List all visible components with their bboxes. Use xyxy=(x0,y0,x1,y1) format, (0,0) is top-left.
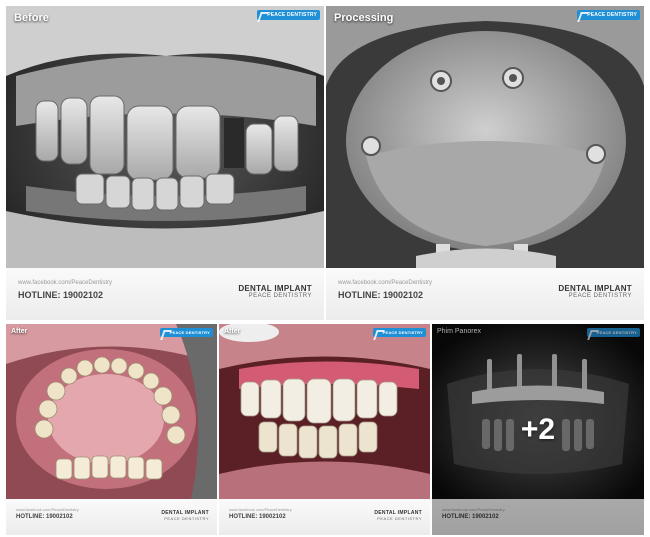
brand-title: DENTAL IMPLANT xyxy=(238,284,312,293)
brand-block: DENTAL IMPLANT PEACE DENTISTRY xyxy=(374,510,422,521)
watermark-footer: www.facebook.com/PeaceDentistry HOTLINE:… xyxy=(219,499,430,535)
after-front-photo: After PEACE DENTISTRY xyxy=(219,324,430,499)
facebook-url: www.facebook.com/PeaceDentistry xyxy=(18,280,113,286)
watermark-footer: www.facebook.com/PeaceDentistry HOTLINE:… xyxy=(6,268,324,320)
clinic-logo-badge: PEACE DENTISTRY xyxy=(372,328,426,337)
facebook-url: www.facebook.com/PeaceDentistry xyxy=(229,507,292,512)
watermark-footer: www.facebook.com/PeaceDentistry HOTLINE:… xyxy=(6,499,217,535)
facebook-url: www.facebook.com/PeaceDentistry xyxy=(338,280,433,286)
brand-block: DENTAL IMPLANT PEACE DENTISTRY xyxy=(558,284,632,299)
more-photos-count: +2 xyxy=(520,412,556,446)
hotline-text: HOTLINE: 19002102 xyxy=(16,514,73,520)
brand-block: DENTAL IMPLANT PEACE DENTISTRY xyxy=(238,284,312,299)
brand-subtitle: PEACE DENTISTRY xyxy=(377,516,422,521)
brand-title: DENTAL IMPLANT xyxy=(558,284,632,293)
brand-subtitle: PEACE DENTISTRY xyxy=(568,293,632,299)
photo-tile-after-upper[interactable]: After PEACE DENTISTRY www.facebook.com/P… xyxy=(6,324,217,535)
clinic-logo-badge: PEACE DENTISTRY xyxy=(577,10,640,20)
photo-tile-processing[interactable]: Processing PEACE DENTISTRY www.facebook.… xyxy=(326,6,644,320)
stage-label: After xyxy=(224,328,241,335)
brand-block: DENTAL IMPLANT PEACE DENTISTRY xyxy=(161,510,209,521)
stage-label: Before xyxy=(14,12,49,24)
photo-tile-before[interactable]: Before PEACE DENTISTRY www.facebook.com/… xyxy=(6,6,324,320)
after-upper-photo: After PEACE DENTISTRY xyxy=(6,324,217,499)
processing-photo: Processing PEACE DENTISTRY xyxy=(326,6,644,268)
hotline-text: HOTLINE: 19002102 xyxy=(229,514,286,520)
hotline-text: HOTLINE: 19002102 xyxy=(18,290,104,300)
facebook-url: www.facebook.com/PeaceDentistry xyxy=(16,507,79,512)
clinic-logo-badge: PEACE DENTISTRY xyxy=(257,10,320,20)
stage-label: After xyxy=(11,328,28,335)
hotline-text: HOTLINE: 19002102 xyxy=(338,290,424,300)
more-photos-overlay[interactable]: +2 xyxy=(432,324,644,535)
before-photo: Before PEACE DENTISTRY xyxy=(6,6,324,268)
brand-subtitle: PEACE DENTISTRY xyxy=(248,293,312,299)
brand-subtitle: PEACE DENTISTRY xyxy=(164,516,209,521)
stage-label: Processing xyxy=(334,12,394,24)
watermark-footer: www.facebook.com/PeaceDentistry HOTLINE:… xyxy=(326,268,644,320)
photo-tile-panorex[interactable]: Phim Panorex PEACE DENTISTRY www.faceboo… xyxy=(432,324,644,535)
photo-tile-after-front[interactable]: After PEACE DENTISTRY www.facebook.com/P… xyxy=(219,324,430,535)
clinic-logo-badge: PEACE DENTISTRY xyxy=(159,328,213,337)
